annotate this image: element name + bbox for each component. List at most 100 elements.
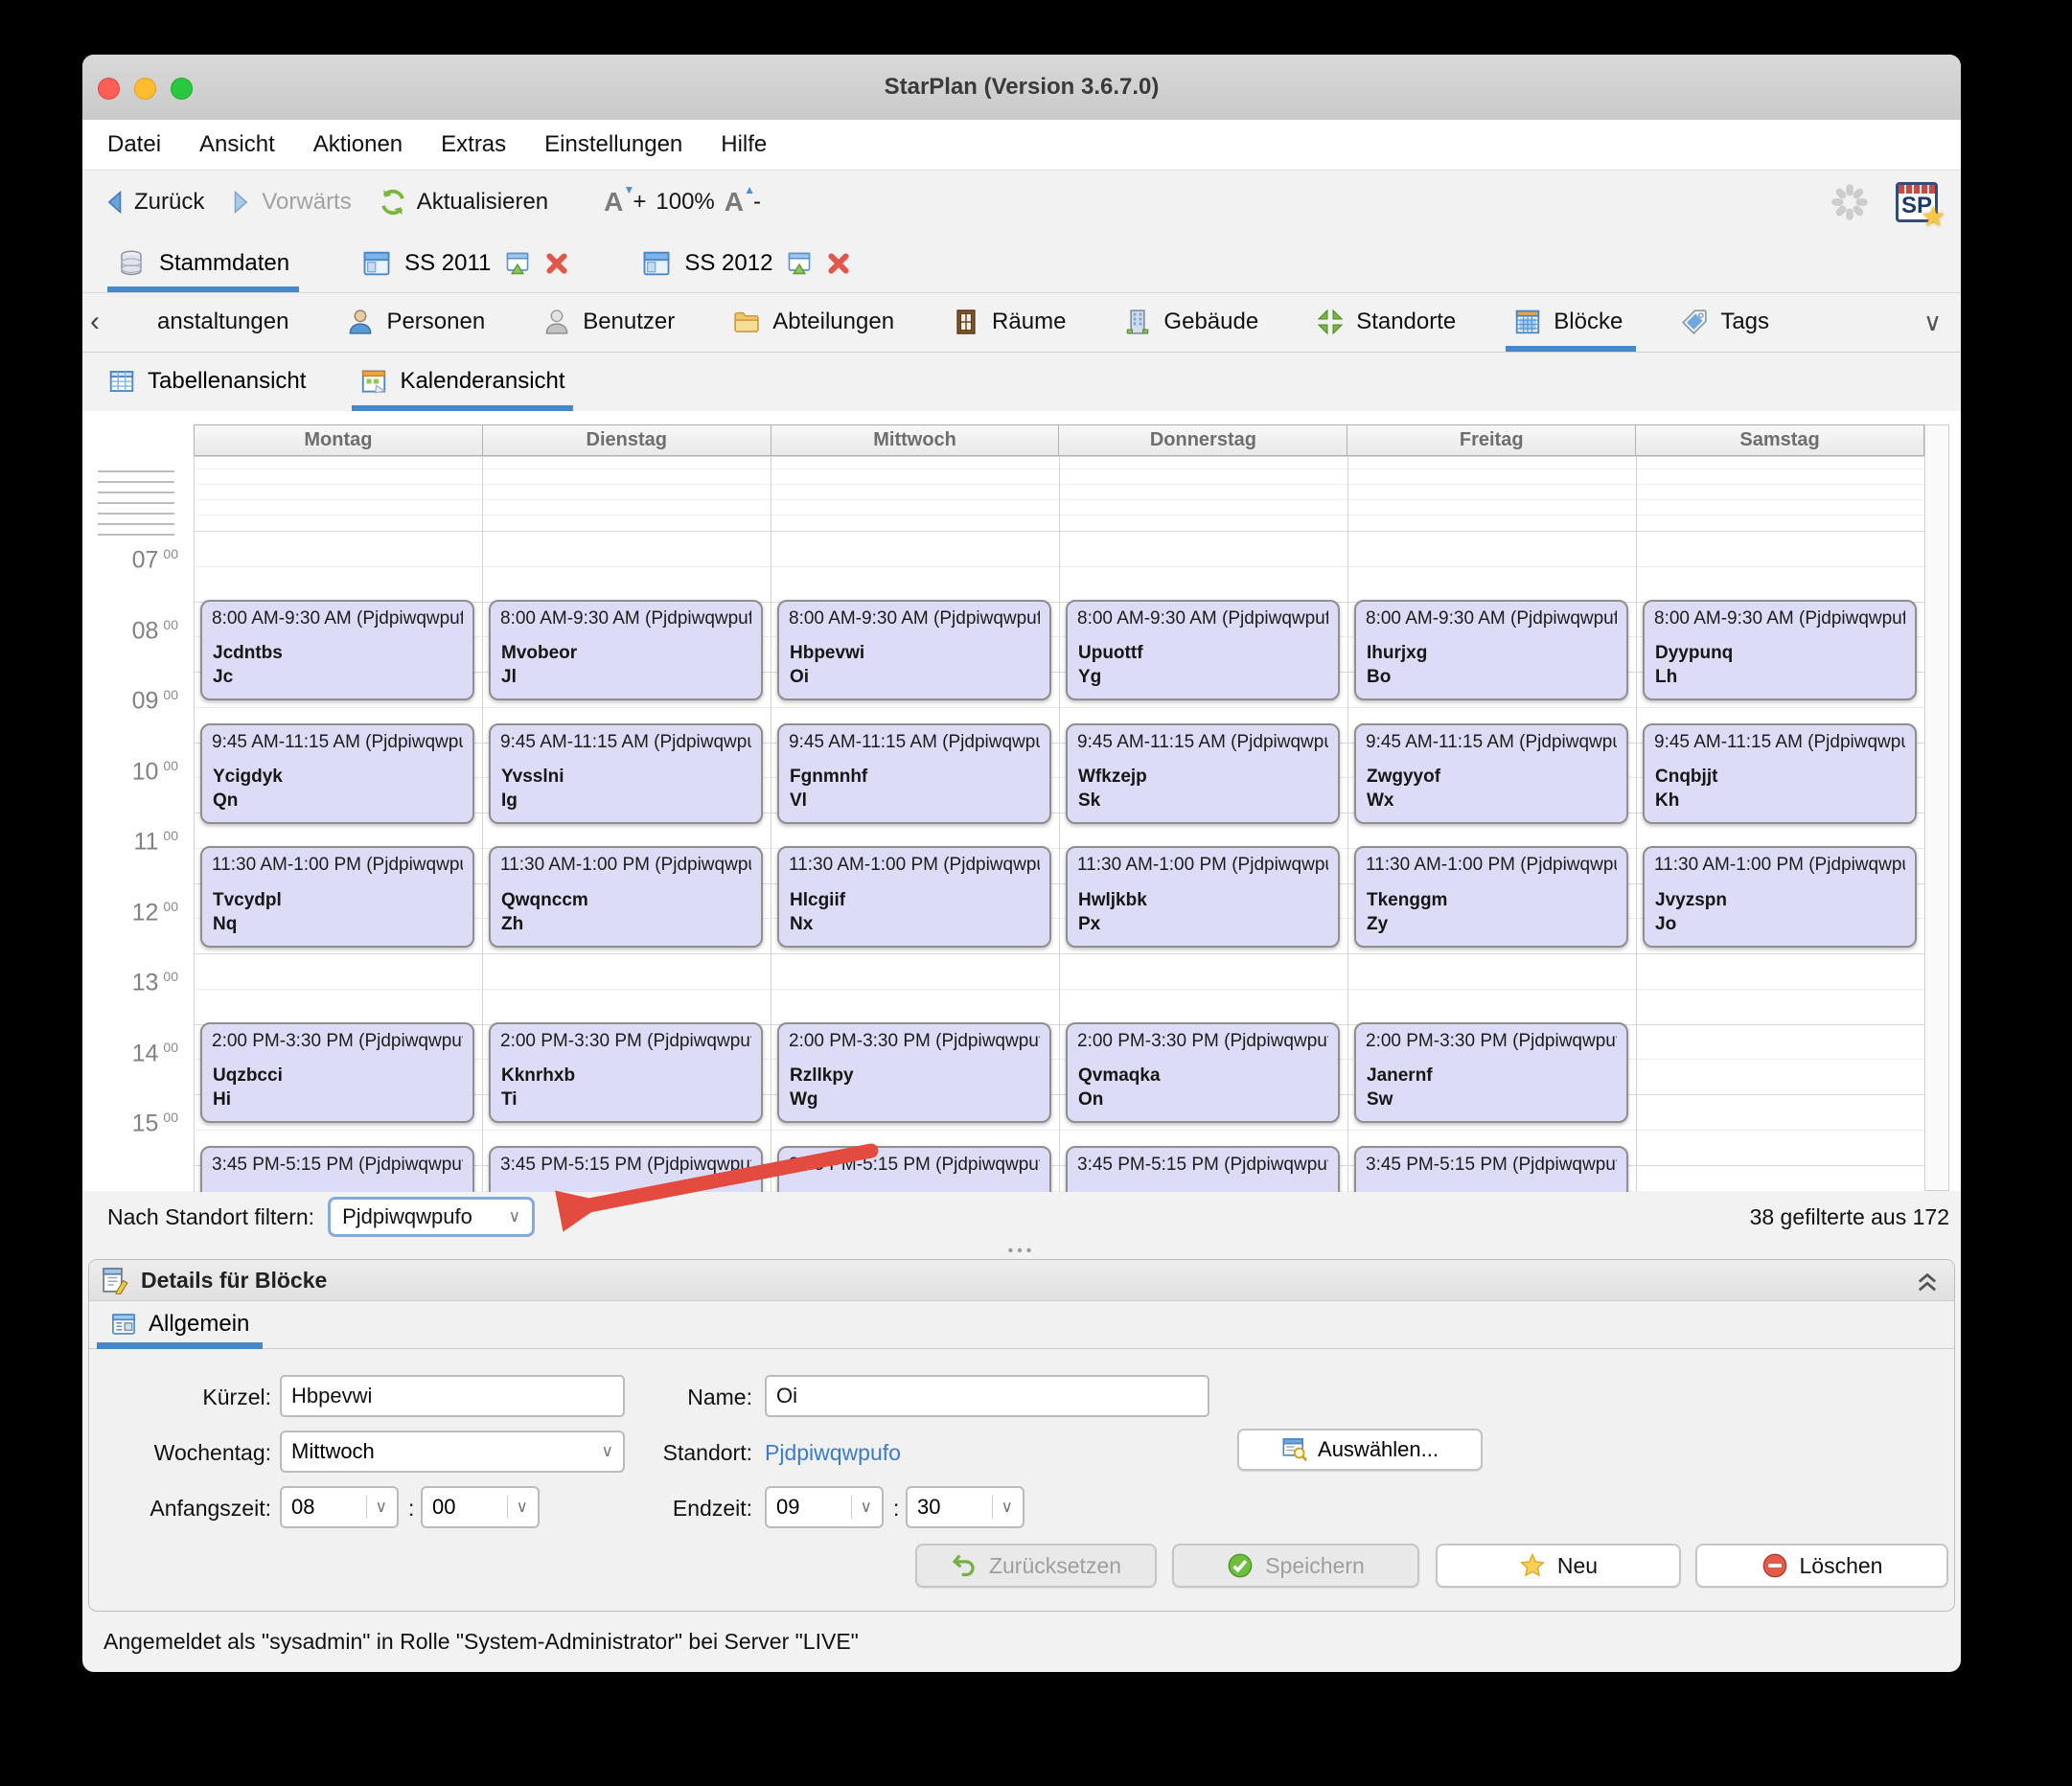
font-increase-icon[interactable]: A ▼: [604, 183, 634, 218]
tab-allgemein[interactable]: Allgemein: [96, 1300, 264, 1349]
select-window-icon: [1281, 1436, 1308, 1463]
calendar-event[interactable]: 9:45 AM-11:15 AM (Pjdpiwqwpufo) Ycigdyk Qn: [200, 722, 474, 824]
calendar-event[interactable]: 3:45 PM-5:15 PM (Pjdpiwqwpufo): [1066, 1145, 1340, 1192]
event-code: Bo: [1367, 667, 1392, 688]
anfangszeit-minute-select[interactable]: 00 ∨: [421, 1486, 540, 1528]
calendar-event[interactable]: 8:00 AM-9:30 AM (Pjdpiwqwpufo) Upuottf Yg: [1066, 600, 1340, 701]
door-icon: [952, 308, 980, 336]
forward-icon: [231, 190, 252, 215]
event-time: 3:45 PM-5:15 PM (Pjdpiwqwpufo): [1366, 1154, 1617, 1175]
auswaehlen-button[interactable]: Auswählen...: [1237, 1429, 1483, 1471]
calendar-scrollbar[interactable]: [1924, 424, 1949, 1191]
calendar-event[interactable]: 8:00 AM-9:30 AM (Pjdpiwqwpufo) Mvobeor Jl: [489, 600, 763, 701]
endzeit-minute-select[interactable]: 30 ∨: [906, 1486, 1024, 1528]
calendar-event[interactable]: 11:30 AM-1:00 PM (Pjdpiwqwpufo) Jvyzspn Jo: [1643, 846, 1917, 948]
entity-tab-standorte[interactable]: Standorte: [1316, 292, 1456, 352]
standort-filter-select[interactable]: Pjdpiwqwpufo ∨: [328, 1197, 536, 1237]
calendar-event[interactable]: 2:00 PM-3:30 PM (Pjdpiwqwpufo) Qvmaqka On: [1066, 1022, 1340, 1124]
wochentag-select[interactable]: Mittwoch ∨: [280, 1431, 625, 1473]
font-plus-label[interactable]: +: [633, 189, 646, 216]
lschen-button[interactable]: Löschen: [1695, 1544, 1948, 1588]
speichern-button[interactable]: Speichern: [1172, 1544, 1419, 1588]
window-add-icon[interactable]: [504, 250, 531, 277]
allgemein-form-icon: [110, 1311, 137, 1338]
calendar-event[interactable]: 2:00 PM-3:30 PM (Pjdpiwqwpufo) Janernf Sw: [1354, 1022, 1628, 1124]
event-name: Uqzbcci: [213, 1065, 283, 1087]
calendar-event[interactable]: 11:30 AM-1:00 PM (Pjdpiwqwpufo) Qwqnccm Zh: [489, 846, 763, 948]
zurcksetzen-button[interactable]: Zurücksetzen: [915, 1544, 1157, 1588]
calendar-event[interactable]: 11:30 AM-1:00 PM (Pjdpiwqwpufo) Tvcydpl Nq: [200, 846, 474, 948]
menu-item-extras[interactable]: Extras: [441, 131, 506, 158]
menu-item-ansicht[interactable]: Ansicht: [199, 131, 275, 158]
doc-tab-label: SS 2012: [684, 250, 773, 276]
collapse-panel-icon[interactable]: [1914, 1268, 1941, 1294]
refresh-button[interactable]: Aktualisieren: [379, 188, 548, 217]
name-input[interactable]: [765, 1375, 1209, 1417]
calendar-event[interactable]: 8:00 AM-9:30 AM (Pjdpiwqwpufo) Jcdntbs Jc: [200, 600, 474, 701]
entity-tab-gebäude[interactable]: Gebäude: [1123, 292, 1258, 352]
event-name: Yvsslni: [501, 766, 564, 787]
menu-item-datei[interactable]: Datei: [107, 131, 161, 158]
event-time: 2:00 PM-3:30 PM (Pjdpiwqwpufo): [1077, 1031, 1328, 1051]
calendar-event[interactable]: 8:00 AM-9:30 AM (Pjdpiwqwpufo) Hbpevwi Oi: [777, 600, 1051, 701]
calendar-grid[interactable]: 8:00 AM-9:30 AM (Pjdpiwqwpufo) Jcdntbs Jc 9…: [194, 456, 1924, 1192]
view-tab-tabellenansicht[interactable]: Tabellenansicht: [104, 352, 310, 411]
calendar-event[interactable]: 2:00 PM-3:30 PM (Pjdpiwqwpufo) Rzllkpy Wg: [777, 1022, 1051, 1124]
close-x-icon[interactable]: [544, 251, 569, 276]
event-name: Tkenggm: [1367, 889, 1448, 910]
back-button[interactable]: Zurück: [104, 189, 204, 216]
doc-tab-ss-2011[interactable]: SS 2011: [357, 235, 575, 292]
menu-item-einstellungen[interactable]: Einstellungen: [544, 131, 682, 158]
calendar-event[interactable]: 9:45 AM-11:15 AM (Pjdpiwqwpufo) Zwgyyof Wx: [1354, 722, 1628, 824]
arrows-icon: [1316, 308, 1345, 336]
calendar-event[interactable]: 11:30 AM-1:00 PM (Pjdpiwqwpufo) Tkenggm Zy: [1354, 846, 1628, 948]
endzeit-hour-select[interactable]: 09 ∨: [765, 1486, 884, 1528]
calendar-event[interactable]: 3:45 PM-5:15 PM (Pjdpiwqwpufo): [777, 1145, 1051, 1192]
window-add-icon[interactable]: [786, 250, 813, 277]
calendar-event[interactable]: 8:00 AM-9:30 AM (Pjdpiwqwpufo) Dyypunq Lh: [1643, 600, 1917, 701]
menu-item-aktionen[interactable]: Aktionen: [313, 131, 403, 158]
calendar-event[interactable]: 3:45 PM-5:15 PM (Pjdpiwqwpufo): [1354, 1145, 1628, 1192]
event-time: 11:30 AM-1:00 PM (Pjdpiwqwpufo): [500, 855, 751, 876]
doc-tab-ss-2012[interactable]: SS 2012: [636, 235, 857, 292]
event-code: Px: [1078, 913, 1101, 934]
standort-link[interactable]: Pjdpiwqwpufo: [765, 1440, 901, 1466]
view-tab-label: Tabellenansicht: [148, 368, 307, 394]
entity-tab-tags[interactable]: Tags: [1680, 292, 1769, 352]
scroll-left-icon[interactable]: ‹: [90, 308, 100, 336]
entity-overflow-icon[interactable]: ∨: [1923, 292, 1942, 352]
calendar-event[interactable]: 9:45 AM-11:15 AM (Pjdpiwqwpufo) Yvsslni Ig: [489, 722, 763, 824]
view-tab-kalenderansicht[interactable]: Kalenderansicht: [352, 352, 573, 411]
kuerzel-input[interactable]: [280, 1375, 625, 1417]
calendar-event[interactable]: 8:00 AM-9:30 AM (Pjdpiwqwpufo) Ihurjxg Bo: [1354, 600, 1628, 701]
font-decrease-icon[interactable]: A ▲: [725, 183, 755, 218]
entity-tab-räume[interactable]: Räume: [952, 292, 1066, 352]
calendar-event[interactable]: 2:00 PM-3:30 PM (Pjdpiwqwpufo) Uqzbcci Hi: [200, 1022, 474, 1124]
anfang-hour-value: 08: [291, 1495, 315, 1519]
forward-button[interactable]: Vorwärts: [231, 189, 352, 216]
event-time: 11:30 AM-1:00 PM (Pjdpiwqwpufo): [1077, 855, 1328, 876]
calendar-event[interactable]: 9:45 AM-11:15 AM (Pjdpiwqwpufo) Fgnmnhf Vl: [777, 722, 1051, 824]
calendar-event[interactable]: 9:45 AM-11:15 AM (Pjdpiwqwpufo) Wfkzejp Sk: [1066, 722, 1340, 824]
anfangszeit-hour-select[interactable]: 08 ∨: [280, 1486, 399, 1528]
calendar-event[interactable]: 11:30 AM-1:00 PM (Pjdpiwqwpufo) Hwljkbk Px: [1066, 846, 1340, 948]
splitter-handle[interactable]: •••: [82, 1243, 1961, 1260]
neu-button[interactable]: Neu: [1436, 1544, 1681, 1588]
entity-tab-personen[interactable]: Personen: [346, 292, 485, 352]
close-x-icon[interactable]: [826, 251, 851, 276]
entity-tab-anstaltungen[interactable]: anstaltungen: [157, 292, 288, 352]
view-tab-label: Kalenderansicht: [400, 368, 565, 394]
back-label: Zurück: [134, 189, 205, 215]
calendar-event[interactable]: 9:45 AM-11:15 AM (Pjdpiwqwpufo) Cnqbjjt Kh: [1643, 722, 1917, 824]
entity-tab-blöcke[interactable]: Blöcke: [1506, 292, 1637, 352]
entity-tab-benutzer[interactable]: Benutzer: [542, 292, 675, 352]
calendar-event[interactable]: 3:45 PM-5:15 PM (Pjdpiwqwpufo): [489, 1145, 763, 1192]
calendar-event[interactable]: 11:30 AM-1:00 PM (Pjdpiwqwpufo) Hlcgiif Nx: [777, 846, 1051, 948]
entity-tab-abteilungen[interactable]: Abteilungen: [732, 292, 894, 352]
doc-tab-stammdaten[interactable]: Stammdaten: [106, 235, 300, 292]
event-code: Zy: [1367, 913, 1389, 934]
calendar-event[interactable]: 2:00 PM-3:30 PM (Pjdpiwqwpufo) Kknrhxb Ti: [489, 1022, 763, 1124]
calendar-event[interactable]: 3:45 PM-5:15 PM (Pjdpiwqwpufo): [200, 1145, 474, 1192]
menu-item-hilfe[interactable]: Hilfe: [721, 131, 767, 158]
event-code: Lh: [1655, 667, 1678, 688]
